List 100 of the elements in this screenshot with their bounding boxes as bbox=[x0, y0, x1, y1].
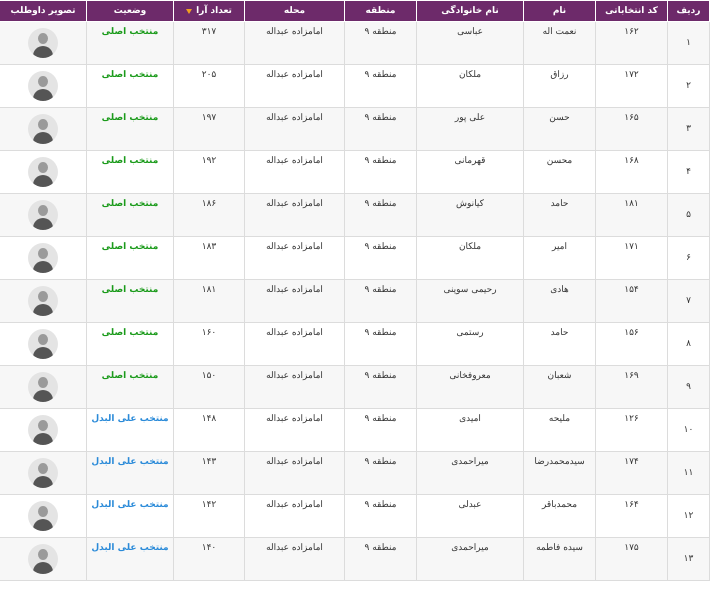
status-cell: منتخب اصلی bbox=[86, 280, 174, 322]
table-cell: ۱۴۰ bbox=[174, 538, 244, 580]
table-cell: ۴ bbox=[668, 150, 710, 194]
table-cell: ۱۶۰ bbox=[174, 322, 244, 366]
table-cell: ۱۵۴ bbox=[596, 280, 668, 322]
table-cell: امامزاده عبداله bbox=[244, 236, 344, 280]
table-cell: ملکان bbox=[416, 64, 524, 108]
table-cell: ۱۱ bbox=[668, 452, 710, 494]
table-cell: ۵ bbox=[668, 194, 710, 236]
column-header[interactable]: ردیف bbox=[668, 0, 710, 22]
table-cell: منطقه ۹ bbox=[344, 280, 416, 322]
table-cell: ۱۹۲ bbox=[174, 150, 244, 194]
column-header[interactable]: نام bbox=[524, 0, 596, 22]
table-cell: ۱۰ bbox=[668, 408, 710, 452]
table-cell: ۳ bbox=[668, 108, 710, 150]
table-cell: میراحمدی bbox=[416, 538, 524, 580]
status-cell: منتخب علی البدل bbox=[86, 538, 174, 580]
table-cell: ۱۸۱ bbox=[174, 280, 244, 322]
table-cell: ۱۳ bbox=[668, 538, 710, 580]
table-cell: ۱۲ bbox=[668, 494, 710, 538]
column-header[interactable]: منطقه bbox=[344, 0, 416, 22]
status-cell: منتخب علی البدل bbox=[86, 494, 174, 538]
table-cell: رحیمی سوینی bbox=[416, 280, 524, 322]
avatar-placeholder bbox=[28, 544, 58, 574]
table-cell: حامد bbox=[524, 322, 596, 366]
status-cell: منتخب علی البدل bbox=[86, 452, 174, 494]
table-cell: عبدلی bbox=[416, 494, 524, 538]
table-cell: منطقه ۹ bbox=[344, 108, 416, 150]
table-cell: امامزاده عبداله bbox=[244, 22, 344, 64]
table-cell: رستمی bbox=[416, 322, 524, 366]
avatar-placeholder bbox=[28, 458, 58, 488]
table-cell: ۶ bbox=[668, 236, 710, 280]
table-cell: شعبان bbox=[524, 366, 596, 408]
table-cell: ۱۶۲ bbox=[596, 22, 668, 64]
table-cell: قهرمانی bbox=[416, 150, 524, 194]
avatar-placeholder bbox=[28, 243, 58, 273]
avatar-placeholder bbox=[28, 71, 58, 101]
table-cell: ۲۰۵ bbox=[174, 64, 244, 108]
avatar-placeholder bbox=[28, 415, 58, 445]
status-cell: منتخب اصلی bbox=[86, 322, 174, 366]
avatar-placeholder bbox=[28, 286, 58, 316]
table-cell: معروفخانی bbox=[416, 366, 524, 408]
avatar-placeholder bbox=[28, 28, 58, 58]
table-cell: منطقه ۹ bbox=[344, 322, 416, 366]
table-cell: منطقه ۹ bbox=[344, 366, 416, 408]
table-cell: ۱۸۱ bbox=[596, 194, 668, 236]
table-cell: حسن bbox=[524, 108, 596, 150]
table-cell: امیدی bbox=[416, 408, 524, 452]
column-header[interactable]: تعداد آرا bbox=[174, 0, 244, 22]
table-cell: ۱۷۲ bbox=[596, 64, 668, 108]
table-cell: امامزاده عبداله bbox=[244, 150, 344, 194]
status-cell: منتخب اصلی bbox=[86, 236, 174, 280]
table-cell: ۱۷۴ bbox=[596, 452, 668, 494]
column-header[interactable]: وضعیت bbox=[86, 0, 174, 22]
table-cell: منطقه ۹ bbox=[344, 150, 416, 194]
table-cell: امامزاده عبداله bbox=[244, 494, 344, 538]
table-cell: امامزاده عبداله bbox=[244, 366, 344, 408]
table-cell: منطقه ۹ bbox=[344, 194, 416, 236]
table-cell: ۷ bbox=[668, 280, 710, 322]
table-cell: ملکان bbox=[416, 236, 524, 280]
table-cell: ۱۶۴ bbox=[596, 494, 668, 538]
avatar-placeholder bbox=[28, 501, 58, 531]
table-cell: منطقه ۹ bbox=[344, 22, 416, 64]
column-header[interactable]: تصویر داوطلب bbox=[0, 0, 86, 22]
table-cell: محمدباقر bbox=[524, 494, 596, 538]
status-cell: منتخب اصلی bbox=[86, 150, 174, 194]
table-cell: ۱۶۵ bbox=[596, 108, 668, 150]
status-cell: منتخب اصلی bbox=[86, 22, 174, 64]
table-cell: سیدمحمدرضا bbox=[524, 452, 596, 494]
table-cell: ملیحه bbox=[524, 408, 596, 452]
column-header[interactable]: محله bbox=[244, 0, 344, 22]
table-cell: امامزاده عبداله bbox=[244, 322, 344, 366]
table-cell: عباسی bbox=[416, 22, 524, 64]
table-cell: ۱۸۶ bbox=[174, 194, 244, 236]
table-cell: منطقه ۹ bbox=[344, 236, 416, 280]
table-cell: امامزاده عبداله bbox=[244, 538, 344, 580]
table-cell: علی پور bbox=[416, 108, 524, 150]
table-cell: ۱۶۹ bbox=[596, 366, 668, 408]
table-cell: ۱۴۲ bbox=[174, 494, 244, 538]
avatar-placeholder bbox=[28, 157, 58, 187]
table-cell: منطقه ۹ bbox=[344, 452, 416, 494]
table-cell: کیانوش bbox=[416, 194, 524, 236]
table-cell: ۱۷۵ bbox=[596, 538, 668, 580]
column-header[interactable]: کد انتخاباتی bbox=[596, 0, 668, 22]
status-cell: منتخب اصلی bbox=[86, 108, 174, 150]
table-cell: ۱ bbox=[668, 22, 710, 64]
table-cell: ۱۶۸ bbox=[596, 150, 668, 194]
table-cell: امامزاده عبداله bbox=[244, 64, 344, 108]
avatar-placeholder bbox=[28, 372, 58, 402]
avatar-placeholder bbox=[28, 114, 58, 144]
table-cell: ۱۷۱ bbox=[596, 236, 668, 280]
table-cell: نعمت اله bbox=[524, 22, 596, 64]
table-cell: امیر bbox=[524, 236, 596, 280]
table-cell: منطقه ۹ bbox=[344, 538, 416, 580]
table-cell: منطقه ۹ bbox=[344, 64, 416, 108]
table-cell: منطقه ۹ bbox=[344, 494, 416, 538]
table-cell: امامزاده عبداله bbox=[244, 452, 344, 494]
status-cell: منتخب اصلی bbox=[86, 366, 174, 408]
table-cell: ۹ bbox=[668, 366, 710, 408]
column-header[interactable]: نام خانوادگی bbox=[416, 0, 524, 22]
